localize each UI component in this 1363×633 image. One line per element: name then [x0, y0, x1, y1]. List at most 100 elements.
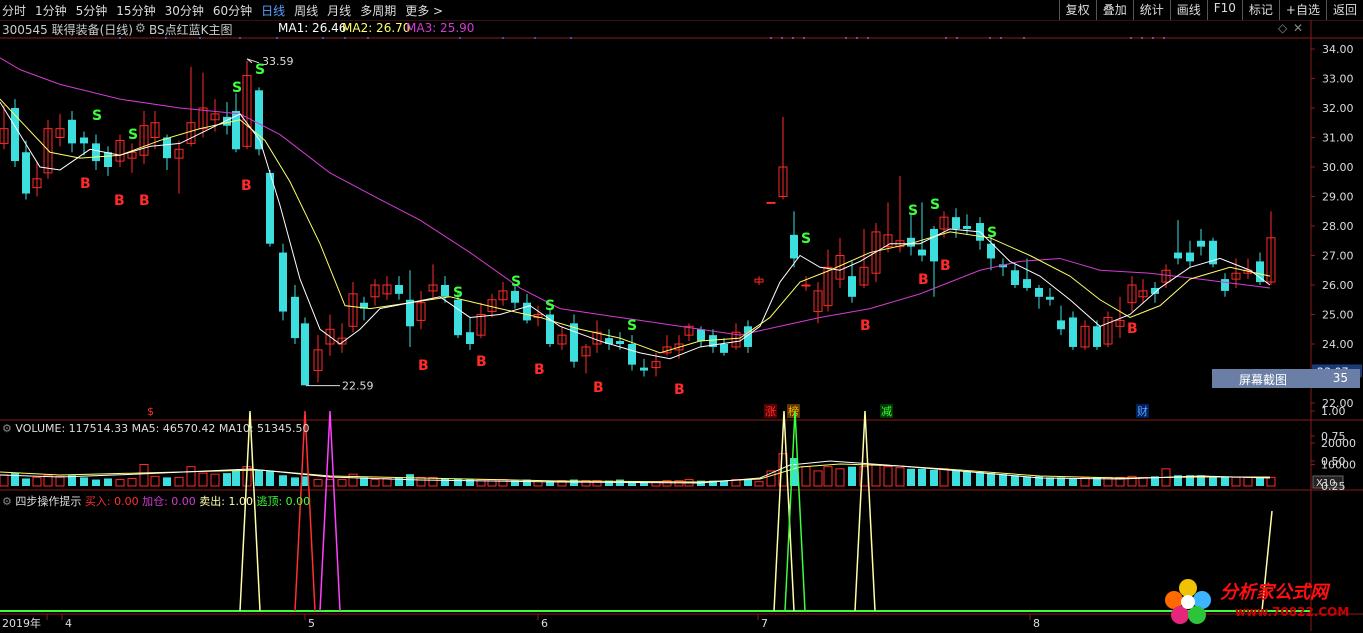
settings-icon[interactable]: ⚙	[2, 495, 12, 508]
candle-body	[918, 249, 926, 256]
price-tick-label: 26.00	[1322, 279, 1354, 292]
volume-bar	[150, 475, 160, 487]
top-dot	[845, 37, 847, 39]
volume-bar	[1209, 476, 1217, 486]
volume-bar	[337, 479, 347, 487]
signal-tick-label: 0.75	[1321, 430, 1346, 443]
signal-tick-label: 1.00	[1321, 405, 1346, 418]
candle-body	[1046, 296, 1054, 300]
top-dot	[1141, 37, 1143, 39]
candle-body	[1256, 261, 1264, 283]
candle-body	[291, 296, 299, 339]
candle-body	[454, 299, 462, 336]
top-dot	[945, 37, 947, 39]
x-axis-label: 2019年	[2, 616, 41, 630]
volume-bar	[963, 470, 971, 486]
candle-body	[279, 252, 287, 312]
sell-signal-S: S	[627, 318, 637, 334]
signal-sell: 卖出: 1.00	[199, 495, 253, 508]
signal-buy: 买入: 0.00	[84, 495, 139, 508]
top-dot	[459, 37, 461, 39]
volume-bar	[115, 479, 125, 487]
volume-bar	[907, 468, 915, 486]
volume-bar	[127, 477, 137, 487]
sell-signal-S: S	[801, 231, 811, 247]
candle-body	[1057, 320, 1065, 330]
screenshot-value: 35	[1332, 371, 1348, 385]
sell-signal-S: S	[232, 80, 242, 96]
volume-bar	[454, 478, 462, 486]
volume-bar	[104, 478, 112, 486]
candle-body	[255, 90, 263, 150]
volume-bar	[313, 479, 323, 487]
watermark-brand: 分析家公式网	[1220, 582, 1328, 603]
volume-bar	[416, 476, 426, 487]
volume-bar	[1243, 476, 1253, 487]
top-dot	[1130, 37, 1132, 39]
price-tick-label: 34.00	[1322, 43, 1354, 56]
top-dot	[322, 37, 324, 39]
candle-body	[628, 344, 636, 365]
buy-signal-B: B	[918, 272, 929, 288]
candle-body	[1023, 279, 1031, 288]
top-dot	[367, 37, 369, 39]
volume-bar	[801, 466, 811, 487]
volume-bar	[163, 477, 171, 486]
sell-signal-S: S	[908, 203, 918, 219]
volume-bar	[999, 474, 1007, 486]
buy-signal-B: B	[114, 193, 125, 209]
sell-signal-S: S	[511, 274, 521, 290]
candle-body	[1035, 287, 1043, 297]
volume-header: ⚙ VOLUME: 117514.33 MA5: 46570.42 MA10: …	[2, 422, 310, 435]
high-price-label: 33.59	[262, 55, 294, 68]
top-dot	[502, 37, 504, 39]
sell-signal-S: S	[255, 62, 265, 78]
event-marker: $	[147, 405, 154, 418]
volume-bar	[848, 466, 856, 486]
volume-bar	[80, 477, 88, 486]
volume-bar	[348, 473, 358, 487]
sell-signal-S: S	[930, 197, 940, 213]
candle-body	[1197, 240, 1205, 247]
x-axis-label: 8	[1033, 617, 1040, 630]
watermark-logo: 分析家公式网 www.70822.COM	[1160, 572, 1360, 630]
candle-body	[1093, 326, 1101, 347]
volume-bar	[198, 472, 208, 487]
volume-bar	[939, 468, 949, 487]
buy-signal-B: B	[674, 382, 685, 398]
volume-bar	[1256, 477, 1264, 486]
signal-add: 加仓: 0.00	[142, 495, 196, 508]
top-dot	[867, 37, 869, 39]
top-dot	[165, 37, 167, 39]
volume-bar	[498, 479, 508, 487]
candle-body	[1011, 270, 1019, 285]
sell-signal-S: S	[545, 298, 555, 314]
top-dot	[803, 37, 805, 39]
volume-bar	[1231, 476, 1241, 487]
price-tick-label: 28.00	[1322, 220, 1354, 233]
escape-spike	[784, 410, 806, 612]
top-dot	[119, 37, 121, 39]
buy-signal-B: B	[80, 176, 91, 192]
low-price-label: 22.59	[342, 380, 374, 393]
volume-bar	[291, 477, 299, 486]
top-dot	[1163, 37, 1165, 39]
volume-bar	[441, 478, 449, 486]
screenshot-button[interactable]: 屏幕截图 35	[1212, 369, 1360, 388]
volume-bar	[1023, 476, 1031, 486]
volume-bar	[55, 475, 65, 487]
candle-body	[697, 329, 705, 342]
volume-bar	[139, 464, 149, 487]
flower-logo-icon	[1165, 579, 1211, 624]
settings-icon[interactable]: ⚙	[2, 422, 12, 435]
candle-body	[640, 367, 648, 371]
volume-ma5-line	[0, 460, 1271, 484]
price-tick-label: 24.00	[1322, 338, 1354, 351]
kline-chart[interactable]: 34.00 33.00 32.00 31.00 30.00 29.00 28.00 27.00…	[0, 0, 1363, 631]
volume-bar	[210, 473, 220, 487]
sell-spike	[239, 410, 261, 612]
volume-bar	[976, 472, 984, 486]
price-tick-label: 32.00	[1322, 102, 1354, 115]
x-axis-label: 5	[308, 617, 315, 630]
sell-spike	[773, 410, 795, 612]
